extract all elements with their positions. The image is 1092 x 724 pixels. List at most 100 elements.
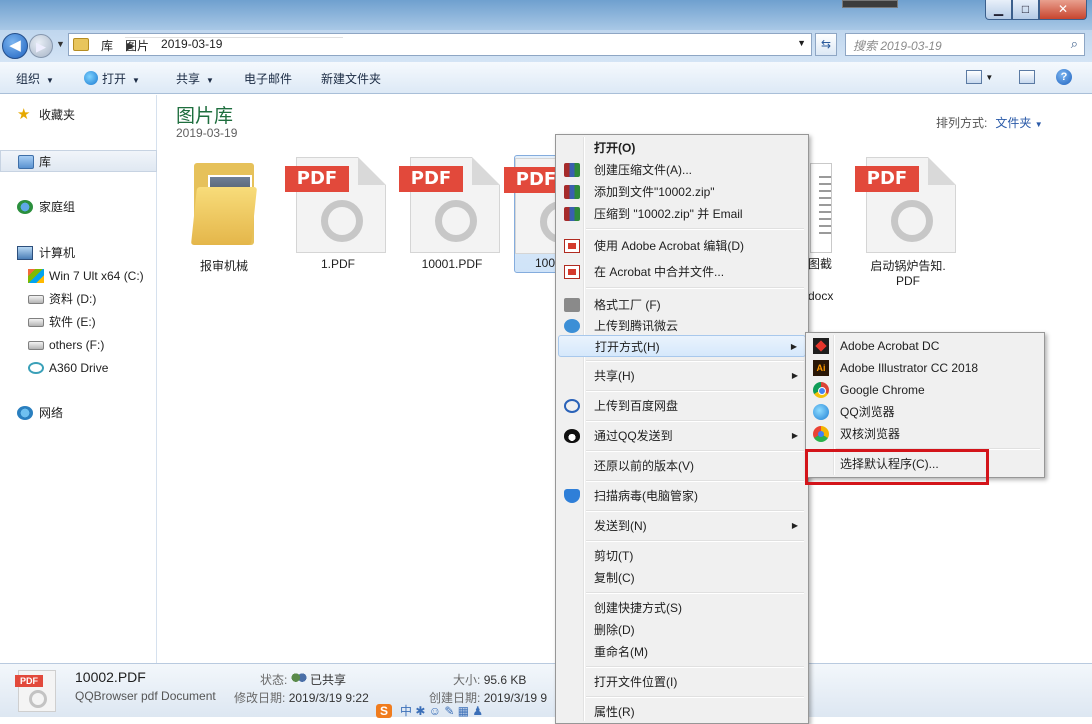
forward-button[interactable]: ▶: [29, 34, 53, 58]
menu-item-label: 删除(D): [594, 623, 635, 637]
menu-item-open-with[interactable]: 打开方式(H) ▶: [558, 335, 806, 357]
view-options-button[interactable]: ▼: [966, 69, 993, 84]
menu-item-label: 创建压缩文件(A)...: [594, 163, 692, 177]
acrobat-dc-icon: [813, 338, 829, 354]
menu-item-add-to-zip[interactable]: 添加到文件"10002.zip": [558, 181, 806, 203]
menu-item-restore-versions[interactable]: 还原以前的版本(V): [558, 455, 806, 477]
arrange-dropdown[interactable]: 文件夹 ▼: [995, 116, 1042, 130]
recent-pages-dropdown[interactable]: ▼: [56, 39, 65, 49]
menu-item-format-factory[interactable]: 格式工厂 (F): [558, 294, 806, 316]
address-bar[interactable]: ▶ 库 ▶ 图片 ▶ 2019-03-19 ▶ ▼: [68, 33, 812, 56]
search-input[interactable]: 搜索 2019-03-19 ⌕: [845, 33, 1085, 56]
menu-item-create-shortcut[interactable]: 创建快捷方式(S): [558, 597, 806, 619]
file-name-line2: PDF: [896, 274, 920, 288]
sidebar-item-a360[interactable]: A360 Drive: [0, 357, 157, 379]
library-subtitle: 2019-03-19: [176, 126, 238, 140]
file-name: 100: [535, 256, 556, 270]
new-folder-button[interactable]: 新建文件夹: [321, 70, 381, 87]
menu-item-label: 在 Acrobat 中合并文件...: [594, 265, 725, 279]
menu-item-label: 添加到文件"10002.zip": [594, 185, 715, 199]
list-item[interactable]: PDF 启动锅炉告知. PDF: [855, 155, 956, 288]
submenu-item-chrome[interactable]: Google Chrome: [808, 379, 1042, 401]
library-icon: [18, 155, 34, 169]
menu-item-label: 压缩到 "10002.zip" 并 Email: [594, 207, 743, 221]
sidebar-item-label: 库: [39, 155, 52, 169]
sidebar-item-drive-c[interactable]: Win 7 Ult x64 (C:): [0, 265, 157, 287]
folder-icon: [184, 157, 264, 253]
breadcrumb: ▶ 库 ▶ 图片 ▶ 2019-03-19 ▶: [95, 37, 343, 54]
chevron-down-icon: ▼: [1034, 120, 1043, 129]
menu-item-copy[interactable]: 复制(C): [558, 567, 806, 589]
menu-item-send-qq[interactable]: 通过QQ发送到 ▶: [558, 425, 806, 447]
refresh-button[interactable]: ⇆: [815, 33, 837, 56]
breadcrumb-item-library[interactable]: 库: [95, 37, 119, 54]
menu-item-edit-acrobat[interactable]: 使用 Adobe Acrobat 编辑(D): [558, 235, 806, 257]
chevron-right-icon[interactable]: ▶: [125, 37, 343, 51]
menu-item-open-location[interactable]: 打开文件位置(I): [558, 671, 806, 693]
menu-item-scan-virus[interactable]: 扫描病毒(电脑管家): [558, 485, 806, 507]
menu-item-send-to[interactable]: 发送到(N) ▶: [558, 515, 806, 537]
shield-icon: [564, 489, 580, 503]
chevron-right-icon: ▶: [791, 431, 798, 440]
menu-item-label: 上传到腾讯微云: [594, 319, 679, 333]
search-icon[interactable]: ⌕: [1071, 36, 1078, 52]
chevron-right-icon: ▶: [791, 371, 798, 380]
menu-item-properties[interactable]: 属性(R): [558, 701, 806, 723]
sidebar-item-homegroup[interactable]: 家庭组: [0, 196, 157, 218]
sidebar-item-drive-e[interactable]: 软件 (E:): [0, 311, 157, 333]
submenu-item-qq-browser[interactable]: QQ浏览器: [808, 401, 1042, 423]
shared-users-icon: [290, 672, 307, 686]
status-label: 状态:: [260, 673, 288, 687]
sidebar-item-favorites[interactable]: ★ 收藏夹: [0, 104, 157, 126]
menu-item-rename[interactable]: 重命名(M): [558, 641, 806, 663]
close-button[interactable]: ✕: [1039, 0, 1087, 20]
list-item[interactable]: PDF 1.PDF: [285, 155, 386, 271]
modified-label: 修改日期:: [234, 691, 286, 705]
menu-item-cut[interactable]: 剪切(T): [558, 545, 806, 567]
sidebar-item-computer[interactable]: 计算机: [0, 242, 157, 264]
address-dropdown[interactable]: ▼: [797, 38, 806, 48]
menu-item-delete[interactable]: 删除(D): [558, 619, 806, 641]
menu-separator: [586, 510, 804, 512]
qq-browser-icon: [84, 71, 98, 85]
winrar-icon: [564, 185, 580, 199]
file-name: 1.PDF: [320, 257, 355, 271]
menu-item-label: 还原以前的版本(V): [594, 459, 694, 473]
organize-button[interactable]: 组织 ▼: [16, 70, 54, 87]
menu-item-zip-email[interactable]: 压缩到 "10002.zip" 并 Email: [558, 203, 806, 225]
menu-item-merge-acrobat[interactable]: 在 Acrobat 中合并文件...: [558, 261, 806, 283]
breadcrumb-item-date[interactable]: 2019-03-19: [155, 37, 228, 54]
menu-item-label: 打开文件位置(I): [594, 675, 678, 689]
maximize-button[interactable]: □: [1012, 0, 1039, 20]
menu-item-weiyun[interactable]: 上传到腾讯微云: [558, 315, 806, 337]
menu-separator: [586, 540, 804, 542]
winrar-icon: [564, 207, 580, 221]
meter-widget: [842, 0, 898, 8]
sidebar-item-drive-f[interactable]: others (F:): [0, 334, 157, 356]
share-button[interactable]: 共享 ▼: [176, 70, 214, 87]
open-button[interactable]: 打开 ▼: [84, 70, 140, 87]
menu-item-create-archive[interactable]: 创建压缩文件(A)...: [558, 159, 806, 181]
sidebar-item-label: 网络: [39, 406, 64, 420]
menu-item-baidu[interactable]: 上传到百度网盘: [558, 395, 806, 417]
submenu-item-illustrator[interactable]: Ai Adobe Illustrator CC 2018: [808, 357, 1042, 379]
menu-separator: [586, 360, 804, 362]
back-button[interactable]: ◀: [2, 33, 28, 59]
submenu-item-dual-browser[interactable]: 双核浏览器: [808, 423, 1042, 445]
library-title: 图片库: [176, 105, 234, 127]
help-button[interactable]: ?: [1056, 69, 1072, 85]
sidebar-item-libraries[interactable]: 库: [0, 150, 157, 172]
submenu-item-acrobat-dc[interactable]: Adobe Acrobat DC: [808, 335, 1042, 357]
list-item[interactable]: PDF 10001.PDF: [399, 155, 500, 271]
sidebar-item-drive-d[interactable]: 资料 (D:): [0, 288, 157, 310]
preview-pane-button[interactable]: [1019, 69, 1035, 84]
breadcrumb-item-pictures[interactable]: 图片: [119, 37, 155, 54]
list-item[interactable]: 报审机械: [182, 155, 266, 274]
email-button[interactable]: 电子邮件: [244, 70, 292, 87]
menu-item-open[interactable]: 打开(O): [558, 137, 806, 159]
ime-toolbar[interactable]: S中 ✱ ☺ ✎ ▦ ♟: [376, 702, 552, 718]
illustrator-icon: Ai: [813, 360, 829, 376]
minimize-button[interactable]: ▁: [985, 0, 1012, 20]
sidebar-item-network[interactable]: 网络: [0, 402, 157, 424]
menu-item-share[interactable]: 共享(H) ▶: [558, 365, 806, 387]
